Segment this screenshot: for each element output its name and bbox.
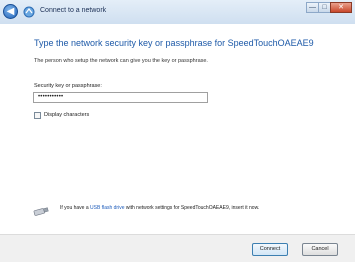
- back-arrow-icon[interactable]: ◀: [3, 4, 18, 19]
- dialog-footer: Connect Cancel: [0, 234, 355, 262]
- display-characters-checkbox[interactable]: [34, 112, 41, 119]
- caption-buttons: — □ ✕: [306, 2, 352, 14]
- window-title: Connect to a network: [40, 7, 107, 14]
- security-key-input[interactable]: •••••••••••: [33, 92, 208, 103]
- usb-drive-message: If you have a USB flash drive with netwo…: [60, 205, 320, 212]
- close-button[interactable]: ✕: [330, 2, 352, 13]
- usb-text-before: If you have a: [60, 205, 91, 211]
- page-heading: Type the network security key or passphr…: [34, 38, 314, 48]
- usb-flash-drive-link[interactable]: USB flash drive: [90, 205, 124, 211]
- display-characters-label[interactable]: Display characters: [44, 112, 89, 118]
- title-bar[interactable]: ◀ Connect to a network — □ ✕: [0, 0, 355, 24]
- usb-text-after: with network settings for SpeedTouchOAEA…: [124, 205, 260, 211]
- connect-button[interactable]: Connect: [252, 243, 288, 256]
- security-key-label: Security key or passphrase:: [34, 83, 102, 89]
- description-text: The person who setup the network can giv…: [34, 58, 208, 64]
- usb-drive-icon: [33, 207, 49, 216]
- connect-network-dialog: ◀ Connect to a network — □ ✕ Type the ne…: [0, 0, 355, 262]
- network-icon: [23, 6, 35, 18]
- cancel-button[interactable]: Cancel: [302, 243, 338, 256]
